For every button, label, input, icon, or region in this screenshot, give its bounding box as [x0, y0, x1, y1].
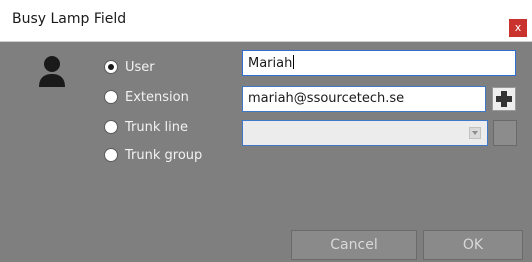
- ok-button[interactable]: OK: [423, 230, 523, 260]
- radio-button-extension[interactable]: [104, 90, 118, 104]
- radio-label-trunk-line: Trunk line: [125, 119, 188, 135]
- radio-button-user[interactable]: [104, 60, 118, 74]
- radio-button-trunk-group[interactable]: [104, 148, 118, 162]
- radio-user[interactable]: User: [104, 58, 155, 76]
- type-select[interactable]: [242, 120, 488, 146]
- user-icon: [39, 56, 65, 87]
- name-input[interactable]: Mariah: [242, 50, 516, 76]
- plus-icon: [496, 91, 512, 107]
- cancel-button[interactable]: Cancel: [291, 230, 417, 260]
- name-input-value: Mariah: [248, 56, 293, 71]
- add-button[interactable]: [492, 87, 516, 111]
- radio-label-extension: Extension: [125, 89, 189, 105]
- close-icon: x: [514, 21, 522, 34]
- email-field-value: mariah@ssourcetech.se: [248, 91, 405, 106]
- title-bar: Busy Lamp Field x: [0, 0, 532, 42]
- radio-label-trunk-group: Trunk group: [125, 147, 203, 163]
- radio-label-user: User: [125, 59, 155, 75]
- radio-trunk-group[interactable]: Trunk group: [104, 146, 202, 164]
- radio-extension[interactable]: Extension: [104, 88, 189, 106]
- email-field[interactable]: mariah@ssourcetech.se: [242, 86, 486, 112]
- color-swatch[interactable]: [493, 120, 517, 146]
- chevron-down-icon[interactable]: [469, 127, 481, 139]
- dialog-title: Busy Lamp Field: [12, 11, 127, 27]
- close-button[interactable]: x: [509, 19, 527, 37]
- busy-lamp-field-dialog: Busy Lamp Field x User Extension Trunk l…: [0, 0, 532, 262]
- text-caret: [293, 55, 295, 69]
- radio-trunk-line[interactable]: Trunk line: [104, 118, 188, 136]
- radio-button-trunk-line[interactable]: [104, 120, 118, 134]
